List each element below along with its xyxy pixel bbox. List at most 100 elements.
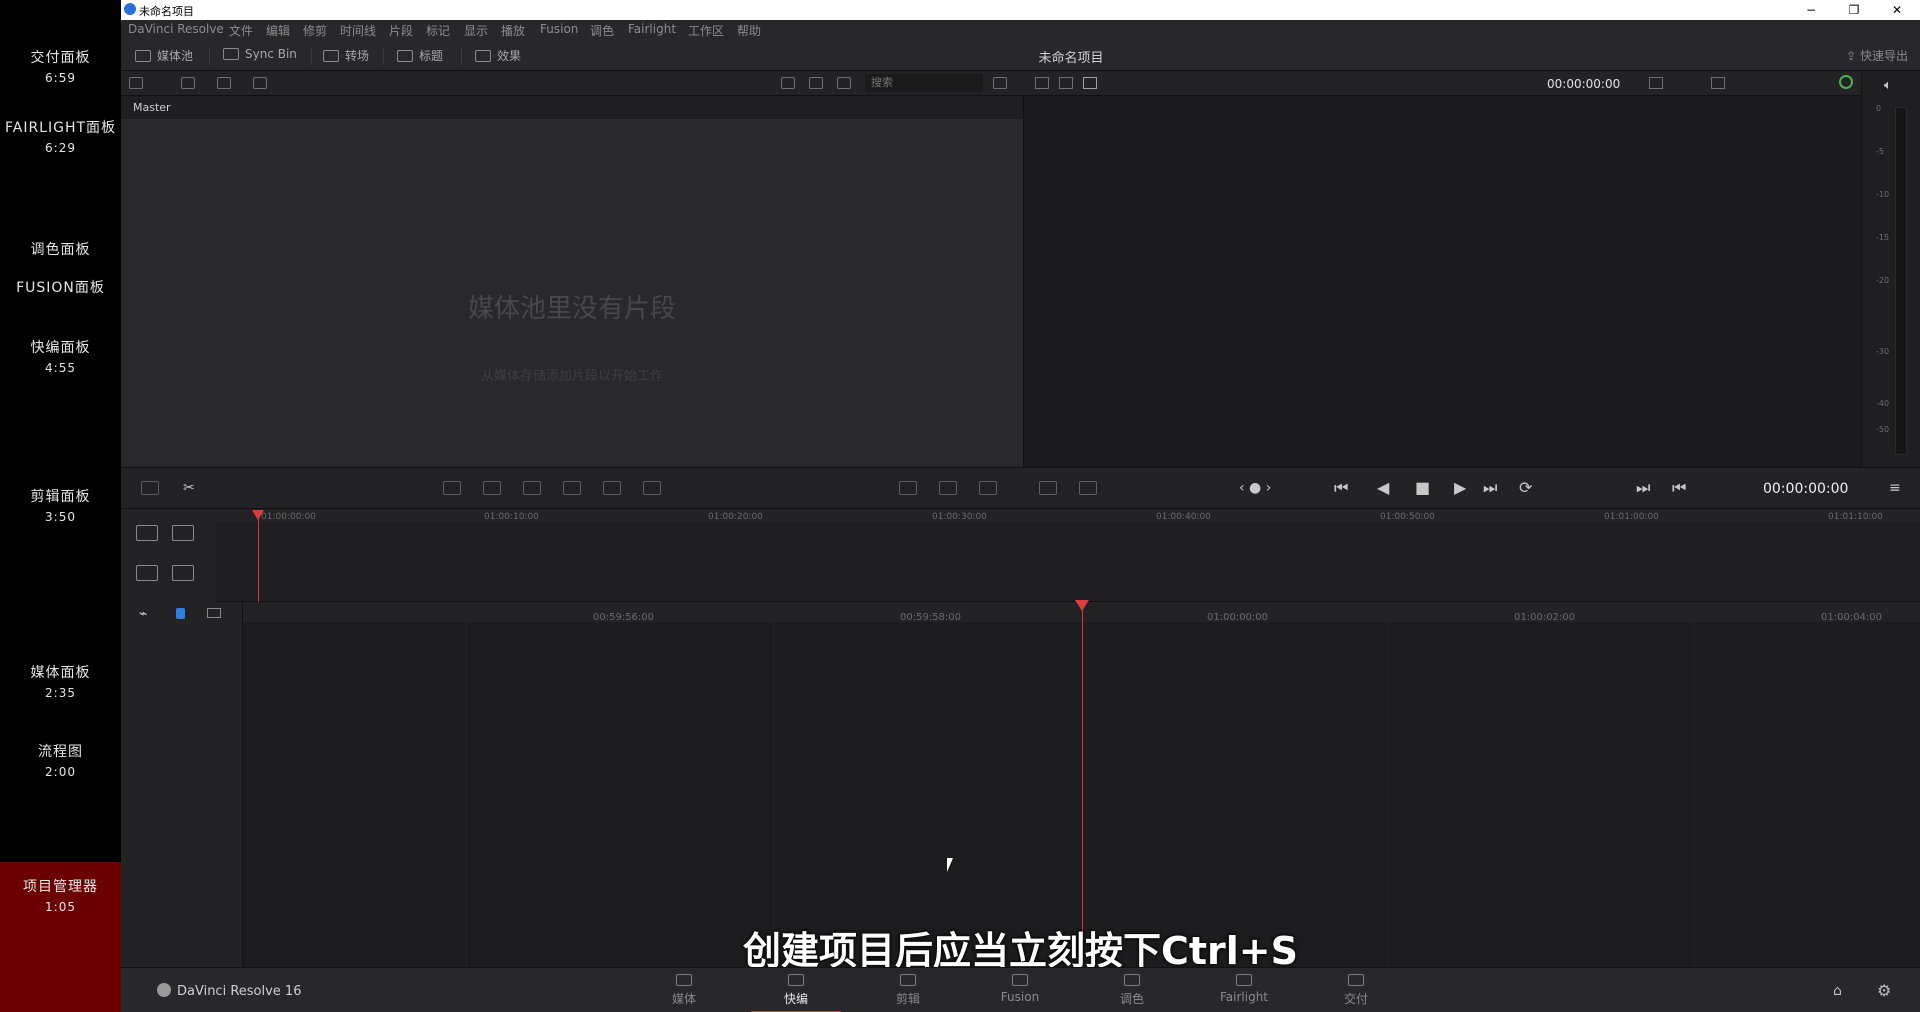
transitions-button[interactable]: 转场 xyxy=(323,47,369,64)
metadata-icon[interactable] xyxy=(141,481,159,495)
chapter-edit[interactable]: 剪辑面板 3:50 xyxy=(0,487,121,527)
thumbnail-view-icon[interactable] xyxy=(781,77,795,89)
page-fusion-button[interactable]: Fusion xyxy=(975,974,1065,1004)
menu-view[interactable]: 显示 xyxy=(464,22,488,39)
chapter-color[interactable]: 调色面板 xyxy=(0,240,121,260)
menu-icon[interactable]: ≡ xyxy=(1889,478,1901,498)
color-settings-icon[interactable] xyxy=(1839,75,1853,89)
import-media-icon[interactable] xyxy=(181,77,195,89)
source-clip-icon[interactable] xyxy=(1035,77,1049,89)
play-reverse-icon[interactable]: ◀ xyxy=(1377,478,1389,498)
menu-file[interactable]: 文件 xyxy=(229,22,253,39)
append-icon[interactable] xyxy=(483,481,501,495)
smart-insert-icon[interactable] xyxy=(443,481,461,495)
previous-edit-icon[interactable]: ⏮︎ xyxy=(1672,478,1686,498)
page-edit-button[interactable]: 剪辑 xyxy=(863,974,953,1007)
chapter-deliver[interactable]: 交付面板 6:59 xyxy=(0,48,121,88)
waveform-icon[interactable] xyxy=(979,481,997,495)
page-media-button[interactable]: 媒体 xyxy=(639,974,729,1007)
close-up-icon[interactable] xyxy=(563,481,581,495)
next-edit-icon[interactable]: ⏭︎ xyxy=(1636,478,1650,498)
tool-icon[interactable] xyxy=(172,565,194,581)
menu-clip[interactable]: 片段 xyxy=(389,22,413,39)
sync-bin-button[interactable]: Sync Bin xyxy=(223,47,297,61)
ripple-overwrite-icon[interactable] xyxy=(523,481,541,495)
menu-trim[interactable]: 修剪 xyxy=(303,22,327,39)
media-pool-button[interactable]: 媒体池 xyxy=(135,47,193,64)
list-view-icon[interactable] xyxy=(837,77,851,89)
menu-color[interactable]: 调色 xyxy=(590,22,614,39)
menu-edit[interactable]: 编辑 xyxy=(266,22,290,39)
stop-icon[interactable]: ■ xyxy=(1415,478,1430,498)
menu-workspace[interactable]: 工作区 xyxy=(688,22,724,39)
source-overwrite-icon[interactable] xyxy=(643,481,661,495)
play-icon[interactable]: ▶ xyxy=(1454,478,1466,498)
refresh-icon[interactable] xyxy=(253,77,267,89)
upper-timeline-ruler[interactable]: 01:00:00:00 01:00:10:00 01:00:20:00 01:0… xyxy=(216,509,1920,523)
track-options-icon[interactable] xyxy=(207,608,221,618)
effects-button[interactable]: 效果 xyxy=(475,47,521,64)
page-fairlight-button[interactable]: Fairlight xyxy=(1199,974,1289,1004)
clip-audio-icon[interactable] xyxy=(899,481,917,495)
menu-davinci-resolve[interactable]: DaVinci Resolve xyxy=(128,22,224,36)
chapter-media[interactable]: 媒体面板 2:35 xyxy=(0,663,121,703)
page-cut-button[interactable]: 快编 xyxy=(751,974,841,1012)
menu-timeline[interactable]: 时间线 xyxy=(340,22,376,39)
quick-export-button[interactable]: ⇪ 快速导出 xyxy=(1846,47,1908,64)
minimize-button[interactable]: − xyxy=(1791,1,1831,19)
upper-playhead[interactable] xyxy=(258,514,259,602)
scissors-icon[interactable]: ✂ xyxy=(183,478,195,498)
menu-playback[interactable]: 播放 xyxy=(501,22,525,39)
page-deliver-button[interactable]: 交付 xyxy=(1311,974,1401,1007)
volume-icon[interactable]: 🔈︎ xyxy=(1884,78,1892,93)
media-page-icon xyxy=(676,974,692,986)
restore-button[interactable]: ❐ xyxy=(1834,1,1874,19)
timeline-view-icon[interactable] xyxy=(1083,77,1097,89)
media-pool-search-input[interactable] xyxy=(865,74,983,92)
menu-mark[interactable]: 标记 xyxy=(426,22,450,39)
home-icon[interactable]: ⌂ xyxy=(1833,983,1842,999)
loop-icon[interactable]: ⟳ xyxy=(1519,478,1532,498)
marker-flag-icon[interactable] xyxy=(176,608,185,619)
playhead-source-icon[interactable] xyxy=(1039,481,1057,495)
media-pool-area[interactable]: 媒体池里没有片段 从媒体存储添加片段以开始工作 xyxy=(121,120,1023,467)
filmstrip-view-icon[interactable] xyxy=(809,77,823,89)
menu-help[interactable]: 帮助 xyxy=(737,22,761,39)
viewer-area[interactable] xyxy=(1023,96,1861,467)
place-on-top-icon[interactable] xyxy=(603,481,621,495)
tool-icon[interactable] xyxy=(172,525,194,541)
source-tape-icon[interactable] xyxy=(1059,77,1073,89)
lower-timeline[interactable]: ⌁ 00:59:56:00 00:59:58:00 01:00:00:00 01… xyxy=(121,602,1920,967)
chapter-fairlight[interactable]: FAIRLIGHT面板 6:29 xyxy=(0,118,121,158)
jog-shuttle-icon[interactable]: ‹ ● › xyxy=(1239,478,1271,498)
sidebar-toggle-icon[interactable] xyxy=(129,77,143,89)
chapter-flowchart[interactable]: 流程图 2:00 xyxy=(0,742,121,782)
chapter-fusion[interactable]: FUSION面板 xyxy=(0,278,121,298)
upper-timeline[interactable]: 01:00:00:00 01:00:10:00 01:00:20:00 01:0… xyxy=(121,509,1920,602)
sort-icon[interactable] xyxy=(993,77,1007,89)
chapter-time: 2:35 xyxy=(45,686,76,700)
tool-icon[interactable] xyxy=(136,525,158,541)
page-color-button[interactable]: 调色 xyxy=(1087,974,1177,1007)
chapter-project-manager[interactable]: 项目管理器 1:05 xyxy=(0,862,121,1012)
skip-to-start-icon[interactable]: ⏮ xyxy=(1334,478,1348,498)
tool-icon[interactable] xyxy=(136,565,158,581)
meter-label: -15 xyxy=(1876,233,1890,242)
chapter-cut[interactable]: 快编面板 4:55 xyxy=(0,338,121,378)
lower-playhead-marker-icon[interactable] xyxy=(1075,600,1089,611)
close-button[interactable]: ✕ xyxy=(1877,1,1917,19)
toolbar-divider xyxy=(209,47,210,65)
snapping-icon[interactable]: ⌁ xyxy=(139,606,147,622)
viewer-settings-icon[interactable] xyxy=(1079,481,1097,495)
monitor-output-icon[interactable] xyxy=(1711,77,1725,89)
clip-video-icon[interactable] xyxy=(939,481,957,495)
titles-button[interactable]: 标题 xyxy=(397,47,443,64)
upper-playhead-marker-icon[interactable] xyxy=(252,510,264,520)
safe-area-icon[interactable] xyxy=(1649,77,1663,89)
gear-icon[interactable]: ⚙ xyxy=(1877,981,1891,1000)
skip-to-end-icon[interactable]: ⏭ xyxy=(1483,478,1497,498)
new-bin-icon[interactable] xyxy=(217,77,231,89)
lower-playhead[interactable] xyxy=(1082,602,1083,967)
menu-fusion[interactable]: Fusion xyxy=(540,22,578,36)
menu-fairlight[interactable]: Fairlight xyxy=(628,22,676,36)
